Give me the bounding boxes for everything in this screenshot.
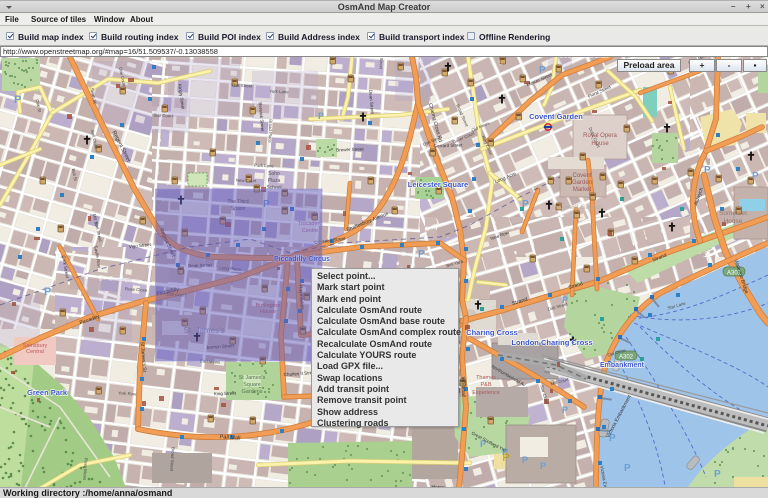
svg-text:P: P	[44, 286, 51, 298]
svg-text:P: P	[502, 452, 509, 464]
svg-text:Somerset: Somerset	[719, 210, 747, 217]
svg-text:Plaza: Plaza	[268, 178, 281, 184]
svg-text:York Lane: York Lane	[269, 89, 289, 95]
svg-text:Garden: Garden	[572, 180, 592, 186]
svg-text:P: P	[704, 165, 711, 176]
svg-text:St James's: St James's	[239, 375, 266, 381]
svg-text:Broad Street: Broad Street	[379, 57, 385, 70]
svg-text:P: P	[562, 405, 568, 415]
svg-text:Square: Square	[243, 382, 261, 388]
svg-text:Covent Garden: Covent Garden	[558, 204, 602, 211]
svg-text:Star Court: Star Court	[153, 113, 174, 119]
svg-text:Broad Place: Broad Place	[268, 119, 274, 143]
svg-text:Soho: Soho	[268, 171, 280, 177]
svg-text:Thames: Thames	[476, 375, 496, 381]
svg-text:Covent Gardens: Covent Gardens	[559, 57, 610, 59]
svg-text:P: P	[522, 455, 528, 465]
svg-text:P: P	[318, 111, 324, 121]
svg-text:Green Park: Green Park	[27, 388, 68, 397]
svg-text:Royal Opera: Royal Opera	[583, 133, 617, 139]
svg-text:P: P	[540, 461, 546, 471]
svg-text:Leicester Square: Leicester Square	[408, 180, 468, 189]
svg-text:House: House	[724, 218, 743, 225]
svg-text:Embankment: Embankment	[600, 362, 645, 369]
svg-text:Covent: Covent	[572, 173, 591, 179]
svg-text:P: P	[418, 249, 425, 260]
svg-text:P: P	[522, 199, 529, 210]
svg-text:Park Lane: Park Lane	[254, 163, 274, 169]
svg-text:P: P	[340, 57, 347, 60]
svg-text:Experience: Experience	[472, 390, 500, 396]
svg-text:Gerrard Street: Gerrard Street	[433, 142, 463, 148]
svg-text:P: P	[14, 94, 21, 106]
svg-text:P: P	[714, 469, 721, 480]
svg-text:Brewer Street: Brewer Street	[336, 146, 364, 152]
svg-text:P: P	[752, 171, 759, 182]
svg-text:New Court: New Court	[236, 178, 257, 184]
svg-text:Central: Central	[26, 349, 44, 355]
svg-text:Whitehall: Whitehall	[460, 377, 467, 398]
svg-text:A302: A302	[619, 355, 634, 361]
svg-text:Charing Cross: Charing Cross	[466, 328, 518, 337]
svg-text:London Charing Cross: London Charing Cross	[511, 338, 592, 347]
svg-text:Covent Garden: Covent Garden	[529, 112, 583, 121]
svg-text:Market: Market	[573, 187, 592, 193]
svg-text:Gardens: Gardens	[241, 389, 262, 395]
svg-text:King Street: King Street	[214, 391, 237, 397]
svg-text:P: P	[624, 463, 631, 474]
svg-text:Oak Street: Oak Street	[232, 83, 254, 89]
svg-text:P&B: P&B	[480, 382, 491, 388]
